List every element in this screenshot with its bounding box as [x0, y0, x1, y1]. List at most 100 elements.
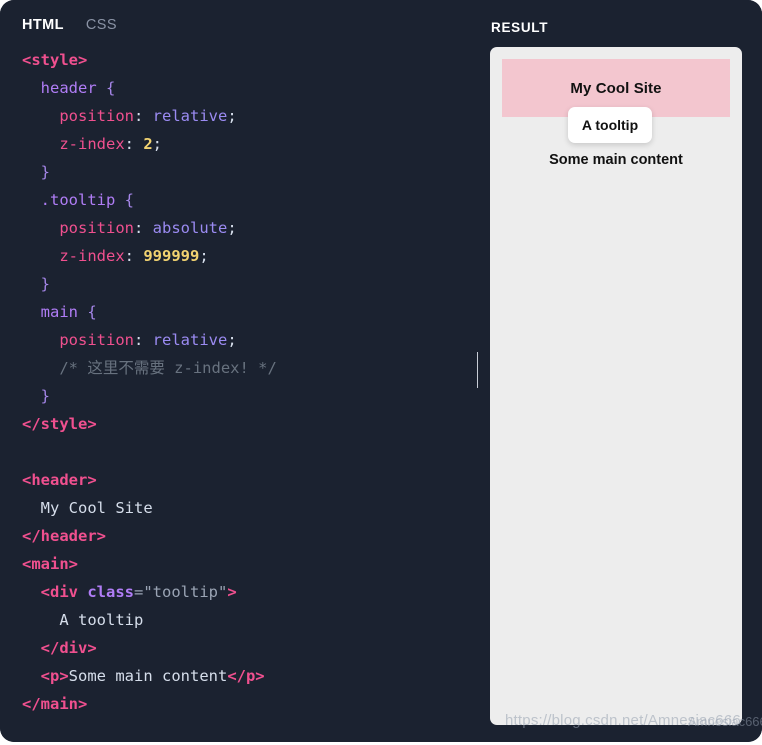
- code-token-num: 2: [143, 135, 153, 153]
- code-token-txt: My Cool Site: [22, 499, 153, 517]
- editor-tab-bar: HTML CSS: [22, 16, 117, 34]
- code-line: }: [22, 270, 468, 298]
- code-token-val: relative: [152, 107, 228, 125]
- tab-html[interactable]: HTML: [22, 16, 64, 34]
- code-token-txt: A tooltip: [22, 611, 144, 629]
- code-line: z-index: 2;: [22, 130, 468, 158]
- code-token-cmt: /* 这里不需要 z-index! */: [59, 359, 277, 377]
- code-token-tag: </header>: [22, 527, 106, 545]
- code-token-tag: </style>: [22, 415, 97, 433]
- code-token-txt: ;: [152, 135, 163, 153]
- code-token-prop: position: [59, 107, 134, 125]
- code-line: <style>: [22, 46, 468, 74]
- code-token-punc: {: [124, 191, 135, 209]
- code-token-tag: <div: [40, 583, 78, 601]
- code-token-tag: <style>: [22, 51, 88, 69]
- code-token-val: absolute: [152, 219, 228, 237]
- codepen-editor-window: HTML CSS <style> header { position: rela…: [0, 0, 762, 745]
- code-line: }: [22, 382, 468, 410]
- preview-tooltip-label: A tooltip: [581, 117, 639, 133]
- result-pane: RESULT My Cool Site A tooltip Some main …: [478, 0, 762, 742]
- code-token-sel: main: [40, 303, 78, 321]
- code-token-txt: :: [133, 107, 153, 125]
- code-line: <div class="tooltip">: [22, 578, 468, 606]
- code-token-punc: {: [106, 79, 116, 97]
- preview-frame[interactable]: My Cool Site A tooltip Some main content: [490, 47, 742, 725]
- code-line: </header>: [22, 522, 468, 550]
- code-pane: HTML CSS <style> header { position: rela…: [0, 0, 478, 742]
- code-line: <p>Some main content</p>: [22, 662, 468, 690]
- code-line: A tooltip: [22, 606, 468, 634]
- code-line: main {: [22, 298, 468, 326]
- preview-main-content: Some main content: [490, 151, 742, 169]
- code-line: position: relative;: [22, 102, 468, 130]
- code-token-tag: </p>: [227, 667, 265, 685]
- code-token-txt: :: [133, 331, 153, 349]
- code-token-txt: ;: [227, 107, 237, 125]
- code-token-tag: </main>: [22, 695, 88, 713]
- editor-shell: HTML CSS <style> header { position: rela…: [0, 0, 762, 742]
- preview-tooltip: A tooltip: [568, 107, 652, 143]
- tab-css[interactable]: CSS: [86, 16, 117, 34]
- code-token-punc: }: [40, 387, 51, 405]
- code-token-prop: position: [59, 219, 134, 237]
- code-line: /* 这里不需要 z-index! */: [22, 354, 468, 382]
- code-line: <main>: [22, 550, 468, 578]
- code-line: </style>: [22, 410, 468, 438]
- code-token-txt: ;: [227, 331, 237, 349]
- code-token-sel: header: [40, 79, 97, 97]
- code-token-sel: .tooltip: [40, 191, 116, 209]
- code-token-tag: >: [227, 583, 237, 601]
- code-token-prop: z-index: [59, 247, 125, 265]
- code-token-tag: </div>: [40, 639, 97, 657]
- code-token-txt: ;: [227, 219, 237, 237]
- code-token-tag: <main>: [22, 555, 78, 573]
- result-label: RESULT: [491, 20, 549, 35]
- preview-main-paragraph: Some main content: [549, 152, 683, 168]
- code-token-txt: Some main content: [68, 667, 228, 685]
- code-token-prop: position: [59, 331, 134, 349]
- code-token-punc: }: [40, 275, 51, 293]
- code-line: </div>: [22, 634, 468, 662]
- code-token-txt: :: [124, 247, 144, 265]
- code-line: .tooltip {: [22, 186, 468, 214]
- code-token-txt: ;: [199, 247, 209, 265]
- code-line: position: absolute;: [22, 214, 468, 242]
- code-line: z-index: 999999;: [22, 242, 468, 270]
- code-line: My Cool Site: [22, 494, 468, 522]
- code-line: position: relative;: [22, 326, 468, 354]
- code-token-tag: <header>: [22, 471, 97, 489]
- code-token-txt: :: [133, 219, 153, 237]
- code-token-txt: :: [124, 135, 144, 153]
- code-token-punc: {: [87, 303, 97, 321]
- code-token-val: relative: [152, 331, 228, 349]
- code-token-prop: z-index: [59, 135, 125, 153]
- preview-site-title: My Cool Site: [570, 79, 662, 97]
- code-token-num: 999999: [143, 247, 200, 265]
- code-token-str: ="tooltip": [134, 583, 228, 601]
- code-editor-area[interactable]: <style> header { position: relative; z-i…: [22, 46, 468, 718]
- code-token-punc: }: [40, 163, 51, 181]
- code-token-tag: <p>: [40, 667, 69, 685]
- code-token-attr: class: [87, 583, 135, 601]
